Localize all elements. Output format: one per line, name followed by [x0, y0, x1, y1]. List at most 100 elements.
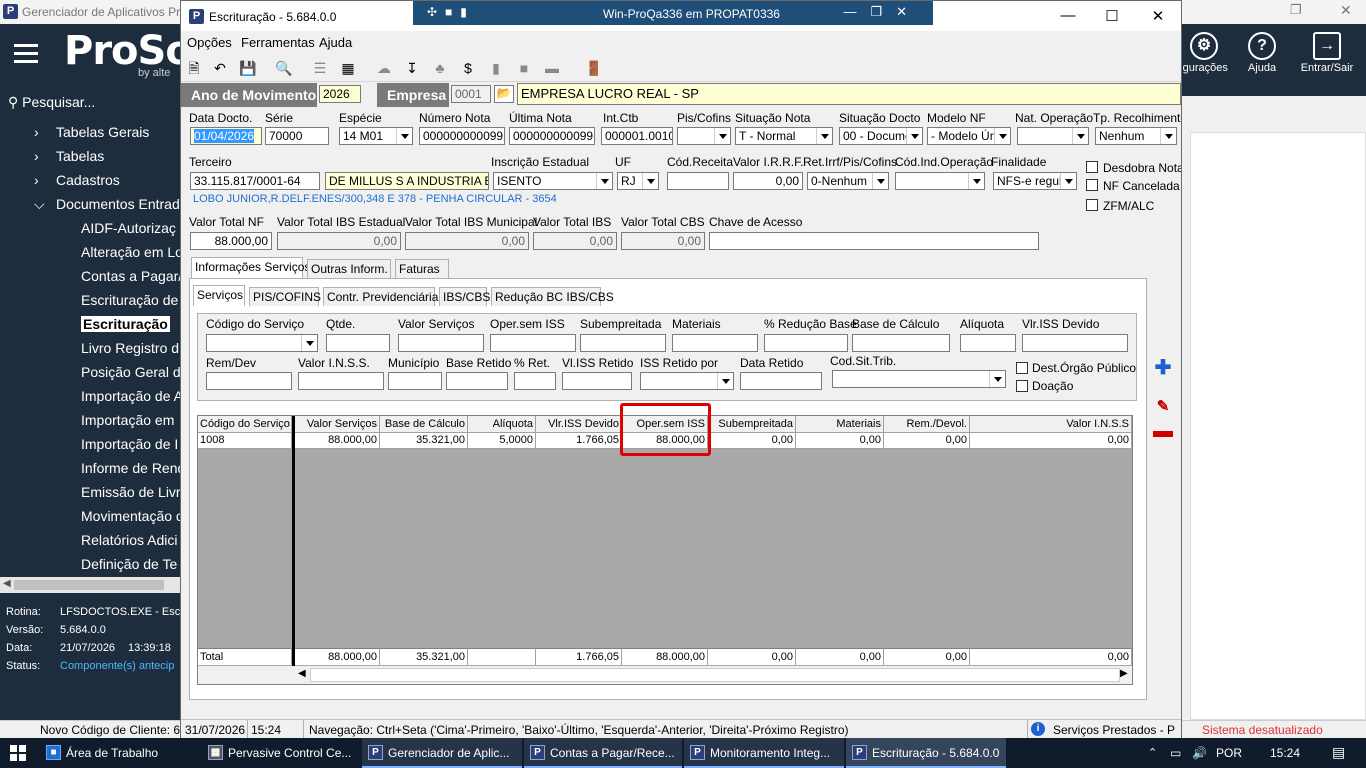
total-nf-field[interactable]: 88.000,00	[190, 232, 272, 250]
sidebar-item[interactable]: Escrituração	[81, 316, 170, 332]
tab-reducao-bc[interactable]: Redução BC IBS/CBS	[491, 287, 614, 306]
sidebar-item[interactable]: Importação de A	[81, 388, 182, 404]
percent-ret-field[interactable]	[514, 372, 556, 390]
sidebar-item[interactable]: Movimentação c	[81, 508, 182, 524]
inscricao-estadual-select[interactable]: ISENTO	[493, 172, 613, 190]
windows-start-icon[interactable]	[10, 745, 26, 761]
ultima-nota-field[interactable]: 000000000099	[509, 127, 595, 145]
language-indicator[interactable]: POR	[1216, 746, 1242, 760]
sidebar-item[interactable]: Definição de Te	[81, 556, 177, 572]
sidebar-item[interactable]: Posição Geral d	[81, 364, 181, 380]
materiais-field[interactable]	[672, 334, 758, 352]
remote-bar-icons[interactable]: ✣■▮	[427, 5, 475, 19]
qtde-field[interactable]	[326, 334, 390, 352]
new-document-icon[interactable]: 🗎	[185, 59, 203, 77]
vl-iss-retido-field[interactable]	[562, 372, 632, 390]
grid-cell-rem-devol[interactable]: 0,00	[884, 433, 970, 449]
column-icon[interactable]: ▮	[487, 59, 505, 77]
cod-ind-operacao-select[interactable]	[895, 172, 985, 190]
grid-cell-aliquota[interactable]: 5,0000	[468, 433, 536, 449]
sidebar-horizontal-scrollbar[interactable]: ◀	[0, 577, 182, 593]
grid-header-materiais[interactable]: Materiais	[796, 416, 884, 433]
grid-horizontal-scrollbar[interactable]: ◀ ▶	[198, 666, 1132, 684]
grid-cell-valor-inss[interactable]: 0,00	[970, 433, 1132, 449]
ret-irrf-select[interactable]: 0-Nenhum	[807, 172, 889, 190]
tab-outras-inform[interactable]: Outras Inform.	[307, 259, 391, 278]
irrf-field[interactable]: 0,00	[733, 172, 803, 190]
serie-field[interactable]: 70000	[265, 127, 329, 145]
doacao-checkbox[interactable]	[1016, 380, 1028, 392]
tab-faturas[interactable]: Faturas	[395, 259, 449, 278]
numero-nota-field[interactable]: 000000000099	[419, 127, 505, 145]
minimize-icon[interactable]: —	[1053, 7, 1083, 24]
situacao-docto-select[interactable]: 00 - Documen	[839, 127, 923, 145]
scroll-right-icon[interactable]: ▶	[1120, 668, 1128, 679]
grid-header-rem-devol[interactable]: Rem./Devol.	[884, 416, 970, 433]
grid-header-base-calculo[interactable]: Base de Cálculo	[380, 416, 468, 433]
clock[interactable]: 15:24	[1270, 746, 1300, 760]
grid-cell-codigo-servico[interactable]: 1008	[198, 433, 292, 449]
municipio-field[interactable]	[388, 372, 442, 390]
scroll-left-icon[interactable]: ◀	[3, 578, 11, 589]
restore-icon[interactable]: ❐	[1290, 2, 1302, 18]
remote-window-controls[interactable]: —❐✕	[843, 4, 921, 20]
sidebar-item[interactable]: AIDF-Autorizaç	[81, 220, 176, 236]
uf-select[interactable]: RJ	[617, 172, 659, 190]
vlr-iss-devido-field[interactable]	[1022, 334, 1128, 352]
codigo-servico-select[interactable]	[206, 334, 318, 352]
sidebar-item[interactable]: ⌵ Documentos Entrad	[34, 196, 180, 213]
dest-orgao-publico-checkbox[interactable]	[1016, 362, 1028, 374]
sidebar-item[interactable]: Escrituração de	[81, 292, 178, 308]
import-icon[interactable]: ↧	[403, 59, 421, 77]
config-button[interactable]: ⚙ igurações	[1176, 24, 1232, 74]
especie-select[interactable]: 14 M01	[339, 127, 413, 145]
menu-opcoes[interactable]: Opções	[187, 35, 232, 50]
grid-cell-subempreitada[interactable]: 0,00	[708, 433, 796, 449]
sidebar-item[interactable]: Contas a Pagar/	[81, 268, 182, 284]
cod-sit-trib-select[interactable]	[832, 370, 1006, 388]
grid-header-valor-servicos[interactable]: Valor Serviços	[294, 416, 380, 433]
tree-icon[interactable]: ☰	[311, 59, 329, 77]
data-retido-field[interactable]	[740, 372, 822, 390]
oper-sem-iss-field[interactable]	[490, 334, 576, 352]
base-calculo-field[interactable]	[852, 334, 950, 352]
close-icon[interactable]: ✕	[1340, 2, 1352, 19]
zfm-alc-checkbox[interactable]	[1086, 199, 1098, 211]
finalidade-select[interactable]: NFS-e regula	[993, 172, 1077, 190]
reducao-base-field[interactable]	[764, 334, 848, 352]
nat-operacao-select[interactable]	[1017, 127, 1089, 145]
subempreitada-field[interactable]	[580, 334, 666, 352]
sidebar-item[interactable]: Emissão de Livr	[81, 484, 181, 500]
grid-header-vlr-iss-devido[interactable]: Vlr.ISS Devido	[536, 416, 622, 433]
ano-field[interactable]: 2026	[319, 85, 361, 103]
empresa-code-field[interactable]: 0001	[451, 85, 491, 103]
sidebar-search[interactable]: ⚲ Pesquisar...	[8, 94, 95, 111]
sidebar-item[interactable]: Relatórios Adici	[81, 532, 178, 548]
chevron-up-icon[interactable]: ⌃	[1148, 746, 1157, 759]
login-button[interactable]: → Entrar/Sair	[1292, 24, 1362, 74]
piscofins-select[interactable]	[677, 127, 731, 145]
money-icon[interactable]: $	[459, 59, 477, 77]
terceiro-cnpj-field[interactable]: 33.115.817/0001-64	[190, 172, 320, 190]
grid-cell-vlr-iss-devido[interactable]: 1.766,05	[536, 433, 622, 449]
save-icon[interactable]: 💾	[239, 59, 257, 77]
tp-recolhimento-select[interactable]: Nenhum	[1095, 127, 1177, 145]
tab-servicos[interactable]: Serviços	[193, 285, 245, 306]
tab-pis-cofins[interactable]: PIS/COFINS	[249, 287, 321, 306]
taskbar-item-escrituracao[interactable]: P Escrituração - 5.684.0.0	[846, 738, 1006, 768]
cod-receita-field[interactable]	[667, 172, 729, 190]
intctb-field[interactable]: 000001.0010	[601, 127, 673, 145]
remove-item-button[interactable]: ▬	[1151, 421, 1175, 443]
taskbar-item-pervasive[interactable]: ▦ Pervasive Control Ce...	[202, 738, 360, 768]
situacao-nota-select[interactable]: T - Normal	[735, 127, 833, 145]
desdobra-nota-checkbox[interactable]	[1086, 161, 1098, 173]
grid-header-valor-inss[interactable]: Valor I.N.S.S	[970, 416, 1132, 433]
tab-contr-previdenciaria[interactable]: Contr. Previdenciária	[323, 287, 438, 306]
rem-dev-field[interactable]	[206, 372, 292, 390]
valor-servicos-field[interactable]	[398, 334, 484, 352]
add-item-button[interactable]: ✚	[1151, 358, 1175, 380]
scroll-left-icon[interactable]: ◀	[298, 668, 306, 679]
tab-ibs-cbs[interactable]: IBS/CBS	[439, 287, 490, 306]
sidebar-item[interactable]: › Tabelas Gerais	[34, 124, 149, 140]
menu-ferramentas[interactable]: Ferramentas	[241, 35, 315, 50]
